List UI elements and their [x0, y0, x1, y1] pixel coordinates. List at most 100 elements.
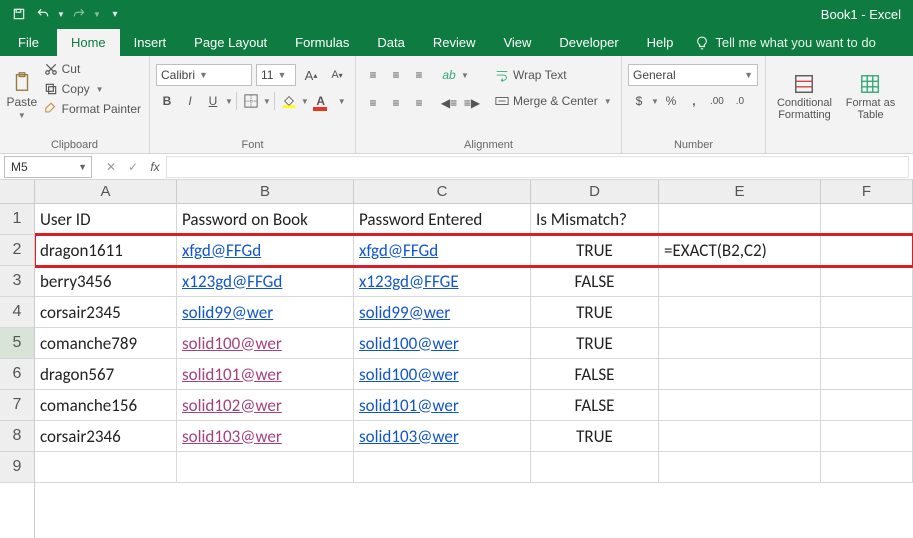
tab-home[interactable]: Home	[57, 29, 120, 56]
tab-formulas[interactable]: Formulas	[281, 29, 363, 56]
cell[interactable]	[821, 204, 913, 234]
cell[interactable]: x123gd@FFGd	[177, 266, 354, 296]
enter-formula-button[interactable]: ✓	[122, 160, 144, 174]
cell[interactable]	[821, 266, 913, 296]
comma-format-button[interactable]: ,	[683, 90, 705, 112]
cell[interactable]: TRUE	[531, 328, 659, 358]
cell[interactable]: solid100@wer	[354, 328, 531, 358]
row-header[interactable]: 3	[0, 266, 34, 297]
fill-color-button[interactable]	[278, 90, 300, 112]
conditional-formatting-button[interactable]: Conditional Formatting	[772, 62, 837, 132]
tab-review[interactable]: Review	[419, 29, 490, 56]
tab-insert[interactable]: Insert	[120, 29, 181, 56]
qat-customize[interactable]: ▾	[104, 3, 126, 25]
font-name-combo[interactable]: Calibri▼	[156, 64, 252, 86]
merge-center-button[interactable]: Merge & Center▼	[491, 90, 616, 112]
increase-decimal-button[interactable]: .00	[706, 90, 728, 112]
align-right-button[interactable]: ≡	[408, 92, 430, 114]
cell[interactable]: FALSE	[531, 359, 659, 389]
underline-button[interactable]: U	[202, 90, 224, 112]
col-header[interactable]: C	[354, 180, 531, 204]
wrap-text-button[interactable]: Wrap Text	[491, 64, 616, 86]
cell[interactable]: Is Mismatch?	[531, 204, 659, 234]
redo-button[interactable]	[68, 3, 90, 25]
row-header[interactable]: 9	[0, 452, 34, 483]
cell[interactable]	[821, 421, 913, 451]
formula-bar[interactable]	[166, 156, 909, 178]
cell[interactable]: FALSE	[531, 266, 659, 296]
increase-indent-button[interactable]: ≡▶	[461, 92, 483, 114]
row-header[interactable]: 2	[0, 235, 34, 266]
cell[interactable]	[821, 390, 913, 420]
row-header[interactable]: 5	[0, 328, 34, 359]
select-all-corner[interactable]	[0, 180, 34, 204]
cell[interactable]	[659, 297, 821, 327]
row-header[interactable]: 7	[0, 390, 34, 421]
cell[interactable]	[821, 235, 913, 265]
cell[interactable]: comanche789	[35, 328, 177, 358]
cell[interactable]	[354, 452, 531, 482]
align-center-button[interactable]: ≡	[385, 92, 407, 114]
col-header[interactable]: E	[659, 180, 821, 204]
percent-format-button[interactable]: %	[660, 90, 682, 112]
font-size-combo[interactable]: 11▼	[256, 64, 296, 86]
format-painter-button[interactable]: Format Painter	[42, 100, 143, 118]
tab-file[interactable]: File	[0, 29, 57, 56]
cell[interactable]	[659, 390, 821, 420]
cell[interactable]	[659, 266, 821, 296]
cut-button[interactable]: Cut	[42, 60, 143, 78]
cell[interactable]	[821, 297, 913, 327]
copy-button[interactable]: Copy▼	[42, 80, 143, 98]
redo-dropdown[interactable]: ▼	[92, 3, 102, 25]
tab-data[interactable]: Data	[363, 29, 418, 56]
cell[interactable]: solid101@wer	[354, 390, 531, 420]
cell[interactable]: comanche156	[35, 390, 177, 420]
italic-button[interactable]: I	[179, 90, 201, 112]
cell[interactable]: x123gd@FFGE	[354, 266, 531, 296]
cell[interactable]: TRUE	[531, 297, 659, 327]
decrease-decimal-button[interactable]: .0	[729, 90, 751, 112]
save-button[interactable]	[8, 3, 30, 25]
cell[interactable]	[659, 359, 821, 389]
align-bottom-button[interactable]: ≡	[408, 64, 430, 86]
cancel-formula-button[interactable]: ✕	[100, 160, 122, 174]
decrease-indent-button[interactable]: ◀≡	[438, 92, 460, 114]
cell[interactable]: TRUE	[531, 235, 659, 265]
cell[interactable]	[531, 452, 659, 482]
align-middle-button[interactable]: ≡	[385, 64, 407, 86]
tab-pagelayout[interactable]: Page Layout	[180, 29, 281, 56]
name-box[interactable]: M5▼	[4, 156, 92, 178]
cell[interactable]: FALSE	[531, 390, 659, 420]
row-header[interactable]: 8	[0, 421, 34, 452]
cell[interactable]	[659, 452, 821, 482]
cell[interactable]	[659, 421, 821, 451]
cell[interactable]: solid103@wer	[354, 421, 531, 451]
cell[interactable]	[821, 328, 913, 358]
cell[interactable]	[659, 328, 821, 358]
cell[interactable]: solid99@wer	[354, 297, 531, 327]
cell[interactable]: solid102@wer	[177, 390, 354, 420]
cell[interactable]	[659, 204, 821, 234]
cell[interactable]: berry3456	[35, 266, 177, 296]
align-left-button[interactable]: ≡	[362, 92, 384, 114]
col-header[interactable]: D	[531, 180, 659, 204]
row-header[interactable]: 6	[0, 359, 34, 390]
cell[interactable]: xfgd@FFGd	[354, 235, 531, 265]
cell[interactable]: solid100@wer	[177, 328, 354, 358]
tab-help[interactable]: Help	[633, 29, 688, 56]
number-format-combo[interactable]: General▼	[628, 64, 758, 86]
format-as-table-button[interactable]: Format as Table	[841, 62, 900, 132]
paste-button[interactable]: Paste ▼	[6, 60, 38, 130]
decrease-font-button[interactable]: A▾	[326, 64, 348, 86]
col-header[interactable]: A	[35, 180, 177, 204]
cell[interactable]: Password on Book	[177, 204, 354, 234]
col-header[interactable]: B	[177, 180, 354, 204]
increase-font-button[interactable]: A▴	[300, 64, 322, 86]
cell[interactable]: solid100@wer	[354, 359, 531, 389]
cell[interactable]: xfgd@FFGd	[177, 235, 354, 265]
tell-me-search[interactable]: Tell me what you want to do	[695, 35, 875, 56]
insert-function-button[interactable]: fx	[144, 160, 166, 174]
cell[interactable]: Password Entered	[354, 204, 531, 234]
cell[interactable]: dragon1611	[35, 235, 177, 265]
tab-view[interactable]: View	[489, 29, 545, 56]
